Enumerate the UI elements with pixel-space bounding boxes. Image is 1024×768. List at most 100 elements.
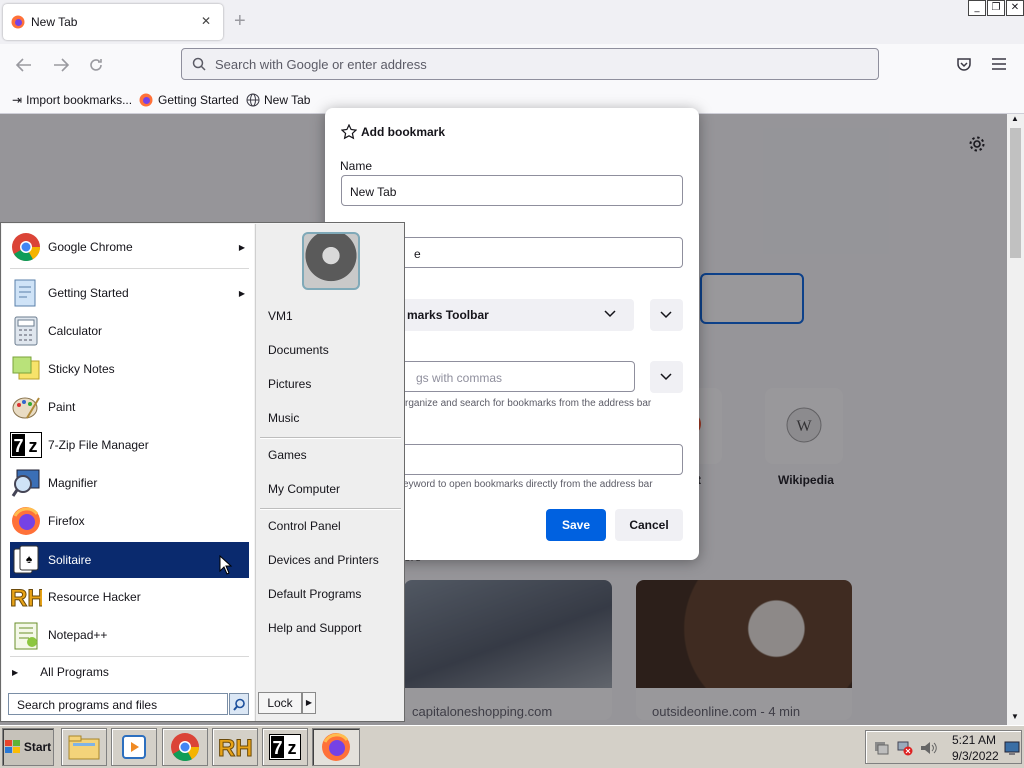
taskbar-7zip[interactable]: 7z	[262, 728, 308, 766]
svg-text:7: 7	[272, 738, 282, 758]
network-disconnected-icon[interactable]	[897, 740, 913, 756]
link-pictures[interactable]: Pictures	[268, 374, 311, 394]
svg-text:z: z	[288, 738, 297, 758]
program-google-chrome[interactable]: Google Chrome ▶	[10, 229, 249, 265]
windows-logo-icon	[4, 740, 20, 753]
minimize-button[interactable]: _	[968, 0, 986, 16]
action-center-flag-icon[interactable]	[874, 741, 890, 755]
bookmark-getting-started[interactable]: Getting Started	[139, 91, 239, 109]
link-devices-printers[interactable]: Devices and Printers	[268, 550, 379, 570]
link-default-programs[interactable]: Default Programs	[268, 584, 361, 604]
taskbar-media-player[interactable]	[111, 728, 157, 766]
magnifier-icon	[10, 467, 42, 499]
search-icon	[233, 698, 245, 711]
start-button[interactable]: Start	[2, 728, 54, 766]
triangle-right-icon: ▶	[12, 667, 19, 677]
clock-time[interactable]: 5:21 AM	[952, 733, 996, 747]
url-bar[interactable]: Search with Google or enter address	[181, 48, 879, 80]
all-programs-label: All Programs	[40, 665, 109, 679]
taskbar-chrome[interactable]	[162, 728, 208, 766]
submenu-arrow-icon: ▶	[238, 288, 245, 298]
notepadpp-icon	[10, 619, 42, 651]
paint-icon	[10, 391, 42, 423]
resource-hacker-icon: RH	[10, 581, 42, 613]
star-icon	[341, 124, 357, 140]
lock-button[interactable]: Lock	[258, 692, 302, 714]
url-placeholder: Search with Google or enter address	[215, 57, 427, 72]
program-label: Google Chrome	[48, 240, 133, 254]
volume-icon[interactable]	[920, 740, 938, 756]
link-music[interactable]: Music	[268, 408, 299, 428]
show-desktop-icon[interactable]	[1004, 741, 1020, 755]
link-documents[interactable]: Documents	[268, 340, 329, 360]
start-menu-programs: Google Chrome ▶ Getting Started ▶ Calcul…	[2, 224, 254, 721]
scroll-down-icon[interactable]: ▼	[1011, 712, 1019, 721]
clock-date[interactable]: 9/3/2022	[952, 749, 999, 763]
back-arrow-icon[interactable]	[15, 57, 33, 73]
name-field[interactable]: New Tab	[341, 175, 683, 206]
all-programs-button[interactable]: ▶ All Programs	[12, 665, 109, 679]
link-help-support[interactable]: Help and Support	[268, 618, 361, 638]
resource-hacker-icon: RH	[218, 735, 252, 761]
restore-button[interactable]: ❐	[987, 0, 1005, 16]
reload-icon[interactable]	[88, 57, 104, 73]
program-notepadpp[interactable]: Notepad++	[10, 617, 249, 653]
program-calculator[interactable]: Calculator	[10, 313, 249, 349]
link-vm1[interactable]: VM1	[268, 306, 293, 326]
new-tab-plus-icon[interactable]: +	[234, 11, 246, 31]
user-avatar[interactable]	[302, 232, 360, 290]
link-games[interactable]: Games	[268, 445, 307, 465]
7zip-icon: 7z	[269, 734, 301, 760]
folder-icon	[68, 735, 100, 760]
scroll-up-icon[interactable]: ▲	[1011, 114, 1019, 123]
program-magnifier[interactable]: Magnifier	[10, 465, 249, 501]
tags-expand-button[interactable]	[650, 361, 683, 393]
close-button[interactable]: ✕	[1006, 0, 1024, 16]
program-solitaire[interactable]: ♠ Solitaire	[10, 542, 249, 578]
taskbar-firefox[interactable]	[312, 728, 360, 766]
program-sticky-notes[interactable]: Sticky Notes	[10, 351, 249, 387]
taskbar-explorer[interactable]	[61, 728, 107, 766]
lock-options-arrow-icon[interactable]: ▶	[302, 692, 316, 714]
cancel-button[interactable]: Cancel	[615, 509, 683, 541]
program-label: Calculator	[48, 324, 103, 338]
program-paint[interactable]: Paint	[10, 389, 249, 425]
link-my-computer[interactable]: My Computer	[268, 479, 340, 499]
bookmark-label: New Tab	[264, 93, 311, 107]
program-7zip[interactable]: 7z 7-Zip File Manager	[10, 427, 249, 463]
forward-arrow-icon[interactable]	[52, 57, 70, 73]
mouse-cursor-icon	[219, 555, 233, 575]
svg-text:♠: ♠	[26, 552, 33, 566]
firefox-icon	[322, 733, 350, 761]
folder-expand-button[interactable]	[650, 299, 683, 331]
program-resource-hacker[interactable]: RH Resource Hacker	[10, 579, 249, 615]
start-label: Start	[23, 740, 52, 754]
start-menu: Google Chrome ▶ Getting Started ▶ Calcul…	[0, 222, 405, 722]
separator	[10, 268, 249, 269]
hamburger-menu-icon[interactable]	[992, 58, 1006, 70]
taskbar-resource-hacker[interactable]: RH	[212, 728, 258, 766]
system-tray: 5:21 AM 9/3/2022	[865, 730, 1022, 764]
chevron-down-icon	[660, 373, 672, 381]
program-firefox[interactable]: Firefox	[10, 503, 249, 539]
start-search-input[interactable]: Search programs and files	[8, 693, 228, 715]
scrollbar[interactable]: ▲ ▼	[1007, 114, 1024, 725]
tab-close-icon[interactable]: ✕	[201, 14, 211, 28]
scrollbar-thumb[interactable]	[1010, 128, 1021, 258]
bookmark-import[interactable]: ⇥ Import bookmarks...	[12, 91, 132, 109]
tags-hint: rganize and search for bookmarks from th…	[405, 398, 652, 409]
tab-new-tab[interactable]: New Tab ✕	[3, 4, 223, 40]
separator	[260, 508, 401, 509]
save-button[interactable]: Save	[546, 509, 606, 541]
sticky-notes-icon	[10, 353, 42, 385]
search-button[interactable]	[229, 693, 249, 715]
chevron-down-icon	[660, 311, 672, 319]
keyword-hint: eyword to open bookmarks directly from t…	[403, 479, 653, 490]
separator	[10, 656, 249, 657]
pocket-icon[interactable]	[956, 57, 972, 72]
program-getting-started[interactable]: Getting Started ▶	[10, 275, 249, 311]
program-label: Firefox	[48, 514, 85, 528]
name-label: Name	[340, 159, 373, 173]
link-control-panel[interactable]: Control Panel	[268, 516, 341, 536]
bookmark-new-tab[interactable]: New Tab	[246, 91, 310, 109]
